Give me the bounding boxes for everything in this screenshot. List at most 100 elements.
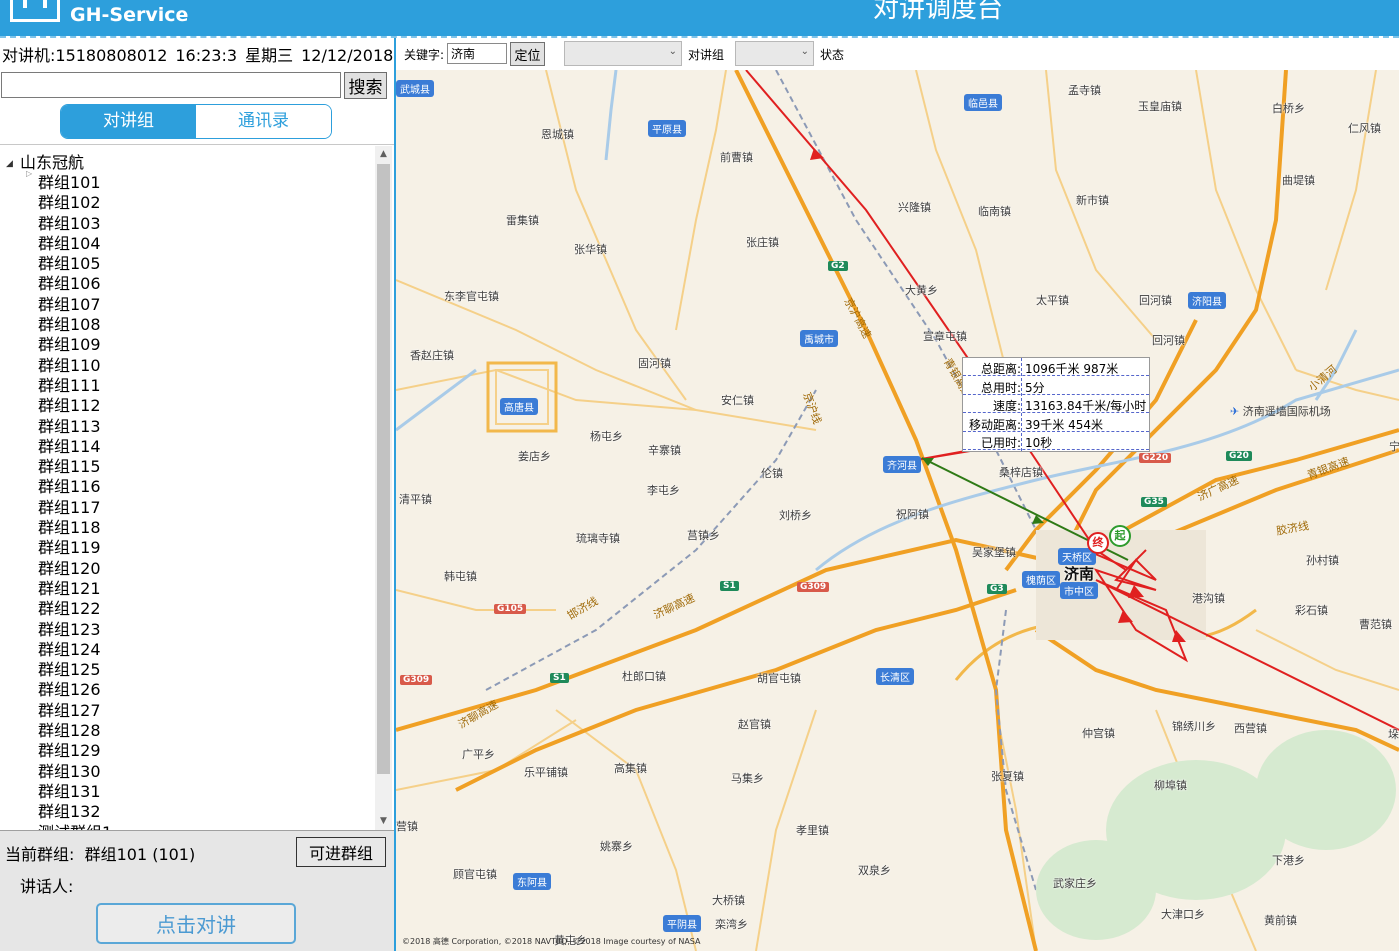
tree-group-item[interactable]: 群组122 — [0, 595, 374, 618]
start-pin-icon[interactable]: 起 — [1109, 525, 1131, 547]
county-label: 齐河县 — [883, 456, 921, 473]
county-label: 济阳县 — [1188, 292, 1226, 309]
chevron-down-icon: ⌄ — [800, 46, 809, 57]
tree-group-item[interactable]: 群组112 — [0, 392, 374, 415]
county-label: 长清区 — [876, 668, 914, 685]
road-shield: G309 — [797, 582, 830, 592]
place-label: 西营镇 — [1234, 722, 1267, 735]
current-group: 当前群组: 群组101 (101) — [5, 841, 195, 865]
place-label: 清平镇 — [399, 493, 432, 506]
place-label: 玉皇庙镇 — [1138, 100, 1182, 113]
first-select[interactable]: ⌄ — [564, 41, 682, 66]
tree-group-item[interactable]: 群组102 — [0, 189, 374, 212]
tree-group-item[interactable]: 群组114 — [0, 433, 374, 456]
chevron-down-icon: ⌄ — [668, 46, 677, 57]
tree-group-item[interactable]: 群组116 — [0, 473, 374, 496]
place-label: 锦绣川乡 — [1172, 720, 1216, 733]
county-label: 市中区 — [1060, 582, 1098, 599]
place-label: 宁家 — [1389, 440, 1399, 453]
tree-group-item[interactable]: 群组119 — [0, 534, 374, 557]
tree-group-item[interactable]: 群组120 — [0, 555, 374, 578]
tree-group-item[interactable]: 群组131 — [0, 778, 374, 801]
road-shield: G20 — [1226, 451, 1252, 461]
keyword-input[interactable] — [447, 43, 507, 64]
tree-group-item[interactable]: ▷ 群组101 — [0, 169, 374, 192]
tree-group-item[interactable]: 群组124 — [0, 636, 374, 659]
track-info-row: 移动距离: 39千米 454米 — [963, 414, 1149, 432]
scroll-up-icon[interactable]: ▲ — [375, 146, 392, 163]
county-label: 平阴县 — [663, 915, 701, 932]
place-label: 广平乡 — [462, 748, 495, 761]
push-to-talk-button[interactable]: 点击对讲 — [96, 903, 296, 944]
scroll-thumb[interactable] — [377, 164, 390, 774]
place-label: 张华镇 — [574, 243, 607, 256]
search-button[interactable]: 搜索 — [344, 72, 387, 99]
group-tree: ◢ 山东冠航 ▷ 群组101 群组102 群组103 群组104 群组105 群组106 群组1… — [0, 144, 394, 830]
left-panel: 对讲机:15180808012 16:23:3 星期三 12/12/2018 搜索 对… — [0, 38, 394, 951]
tree-group-item[interactable]: 群组129 — [0, 737, 374, 760]
status-date: 12/12/2018 — [301, 46, 394, 65]
tree-group-item[interactable]: 群组126 — [0, 676, 374, 699]
place-label: 仁风镇 — [1348, 122, 1381, 135]
track-info-value: 13163.84千米/每小时 — [1025, 399, 1147, 414]
place-label: 韩屯镇 — [444, 570, 477, 583]
tree-group-item[interactable]: 群组104 — [0, 230, 374, 253]
place-label: 吴家堡镇 — [972, 546, 1016, 559]
tree-group-item[interactable]: 测试群组1 — [0, 819, 374, 831]
tree-scrollbar[interactable]: ▲ ▼ — [375, 146, 392, 830]
tree-group-item[interactable]: 群组109 — [0, 331, 374, 354]
place-label: 黄前镇 — [1264, 914, 1297, 927]
tab-bar: 对讲组 通讯录 — [60, 104, 332, 139]
search-input[interactable] — [1, 72, 341, 98]
track-info-value: 1096千米 987米 — [1025, 362, 1119, 376]
end-pin-icon[interactable]: 终 — [1087, 532, 1109, 554]
place-label: 大津口乡 — [1161, 908, 1205, 921]
hills — [1036, 730, 1396, 940]
tree-group-item[interactable]: 群组103 — [0, 210, 374, 233]
county-label: 武城县 — [396, 80, 434, 97]
talk-control-panel: 当前群组: 群组101 (101) 可进群组 讲话人: 点击对讲 — [0, 830, 394, 951]
place-label: 大黄乡 — [905, 284, 938, 297]
tree-group-item[interactable]: 群组113 — [0, 413, 374, 436]
tree-group-item[interactable]: 群组128 — [0, 717, 374, 740]
road-shield: G105 — [494, 604, 527, 614]
place-label: 杨屯乡 — [590, 430, 623, 443]
place-label: 伦镇 — [761, 467, 783, 480]
road-shield: S1 — [550, 673, 569, 683]
tree-group-item[interactable]: 群组107 — [0, 291, 374, 314]
locate-button[interactable]: 定位 — [510, 42, 545, 66]
track-info-panel: 总距离: 1096千米 987米 总用时: 5分 速度: 13163.84千米/每小时 移动… — [962, 357, 1150, 452]
tree-group-item[interactable]: 群组111 — [0, 372, 374, 395]
tab-contacts[interactable]: 通讯录 — [196, 105, 331, 138]
city-label: 济南 — [1064, 565, 1095, 583]
tree-group-item[interactable]: 群组105 — [0, 250, 374, 273]
joinable-groups-button[interactable]: 可进群组 — [296, 837, 386, 867]
place-label: 临南镇 — [978, 205, 1011, 218]
tree-group-item[interactable]: 群组127 — [0, 697, 374, 720]
place-label: 安仁镇 — [721, 394, 754, 407]
place-label: 莒镇乡 — [687, 529, 720, 542]
tree-group-item[interactable]: 群组108 — [0, 311, 374, 334]
track-info-row: 总距离: 1096千米 987米 — [963, 358, 1149, 376]
tree-group-item[interactable]: 群组132 — [0, 798, 374, 821]
tree-group-item[interactable]: 群组130 — [0, 758, 374, 781]
current-group-label: 当前群组: — [5, 845, 75, 864]
place-label: 彩石镇 — [1295, 604, 1328, 617]
tree-group-item[interactable]: 群组118 — [0, 514, 374, 537]
place-label: 李屯乡 — [647, 484, 680, 497]
scroll-down-icon[interactable]: ▼ — [375, 813, 392, 830]
road-shield: G309 — [400, 675, 433, 685]
expand-arrow-icon[interactable]: ▷ — [26, 169, 32, 178]
tree-group-item[interactable]: 群组106 — [0, 270, 374, 293]
tree-group-item[interactable]: 群组110 — [0, 352, 374, 375]
map-view[interactable]: 武城县 平原县 临邑县 济阳县 禹城市 高唐县 齐河县 天桥区 槐荫区 市中区 长清区 东阿县 平阴县孟… — [396, 70, 1399, 951]
tab-talk-groups[interactable]: 对讲组 — [61, 105, 196, 138]
tree-group-item[interactable]: 群组125 — [0, 656, 374, 679]
tree-group-item[interactable]: 群组117 — [0, 494, 374, 517]
tree-group-item[interactable]: 群组123 — [0, 616, 374, 639]
tree-group-item[interactable]: 群组121 — [0, 575, 374, 598]
tree-group-item[interactable]: 群组115 — [0, 453, 374, 476]
speaker-label: 讲话人: — [20, 877, 74, 896]
group-select[interactable]: ⌄ — [735, 41, 814, 66]
collapse-triangle-icon[interactable]: ◢ — [6, 159, 20, 169]
